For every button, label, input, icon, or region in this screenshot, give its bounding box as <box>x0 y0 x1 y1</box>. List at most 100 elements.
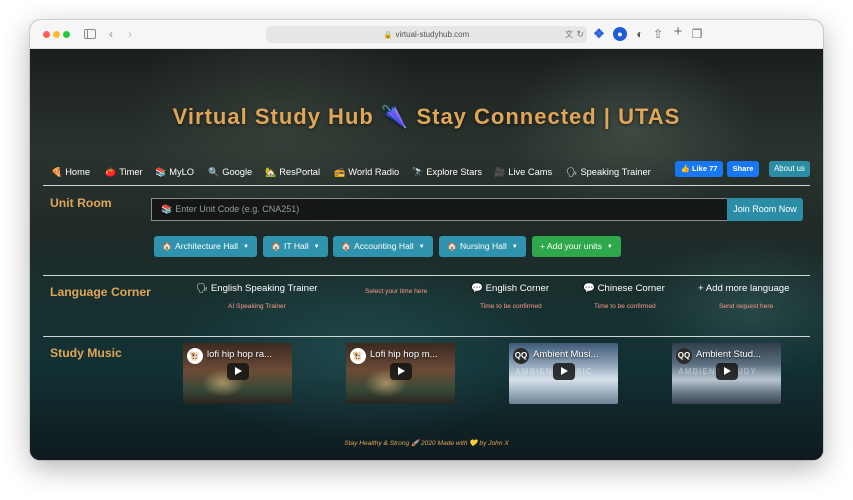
divider <box>43 336 810 337</box>
nav-world-radio[interactable]: 📻 World Radio <box>334 163 399 181</box>
hall-label: Nursing Hall <box>459 241 507 251</box>
speaking-head-icon: 🗣 <box>566 167 578 177</box>
video-embed[interactable]: 🐮 lofi hip hop ra... <box>183 343 292 404</box>
minimize-window-button[interactable] <box>53 31 60 38</box>
pizza-icon: 🍕 <box>51 167 63 177</box>
browser-window: ‹ › 🔒 virtual-studyhub.com 文 ↻ ❖ ● ◐ ⇧ + … <box>30 20 823 460</box>
video-embed[interactable]: 🐮 Lofi hip hop m... <box>346 343 455 404</box>
facebook-share-button[interactable]: Share <box>727 161 759 177</box>
browser-toolbar: ‹ › 🔒 virtual-studyhub.com 文 ↻ ❖ ● ◐ ⇧ + … <box>30 20 823 49</box>
nav-google[interactable]: 🔍 Google <box>208 163 252 181</box>
search-icon: 🔍 <box>208 167 220 177</box>
add-units-dropdown[interactable]: + Add your units ▼ <box>532 236 621 257</box>
unit-code-input[interactable]: 📚 Enter Unit Code (e.g. CNA251) <box>151 198 727 221</box>
video-title: Ambient Stud... <box>696 349 761 360</box>
back-arrow-icon[interactable]: ‹ <box>106 26 116 42</box>
forward-arrow-icon[interactable]: › <box>125 26 135 42</box>
unit-room-heading: Unit Room <box>50 196 112 210</box>
add-units-label: + Add your units <box>540 241 602 251</box>
video-title: lofi hip hop ra... <box>207 349 272 360</box>
house-icon: 🏠 <box>162 242 172 251</box>
nav-resportal[interactable]: 🏡 ResPortal <box>265 163 320 181</box>
house-icon: 🏠 <box>447 242 457 251</box>
nav-label: Speaking Trainer <box>580 167 651 177</box>
translate-icon[interactable]: 文 <box>565 28 573 41</box>
add-more-language-link[interactable]: + Add more language <box>698 283 789 294</box>
sidebar-toggle-icon[interactable] <box>83 26 97 42</box>
divider <box>43 275 810 276</box>
channel-avatar-icon: 🐮 <box>350 348 366 364</box>
reload-icon[interactable]: ↻ <box>576 28 584 41</box>
architecture-hall-dropdown[interactable]: 🏠 Architecture Hall ▼ <box>154 236 257 257</box>
nav-label: MyLO <box>169 167 195 177</box>
unit-code-placeholder: Enter Unit Code (e.g. CNA251) <box>175 204 300 214</box>
nav-label: Google <box>222 167 253 177</box>
video-embed[interactable]: AMBIENT MUSIC QQ Ambient Musi... <box>509 343 618 404</box>
ai-speaking-trainer-link[interactable]: AI Speaking Trainer <box>228 303 286 310</box>
house-icon: 🏠 <box>341 242 351 251</box>
about-us-button[interactable]: About us <box>769 161 810 177</box>
channel-avatar-icon: QQ <box>676 348 692 364</box>
play-icon[interactable] <box>553 363 575 380</box>
nav-label: Explore Stars <box>426 167 483 177</box>
caret-down-icon: ▼ <box>606 244 613 250</box>
share-icon[interactable]: ⇧ <box>652 26 664 42</box>
caret-down-icon: ▼ <box>511 244 518 250</box>
nav-home[interactable]: 🍕 Home <box>51 163 90 181</box>
telescope-icon: 🔭 <box>412 167 424 177</box>
zoom-window-button[interactable] <box>63 31 70 38</box>
nav-label: ResPortal <box>279 167 321 177</box>
play-icon[interactable] <box>390 363 412 380</box>
new-tab-plus-icon[interactable]: + <box>672 24 684 40</box>
page-content: Virtual Study Hub 🌂 Stay Connected | UTA… <box>30 49 823 460</box>
english-corner-link[interactable]: 💬 English Corner <box>471 283 549 294</box>
it-hall-dropdown[interactable]: 🏠 IT Hall ▼ <box>263 236 328 257</box>
join-room-button[interactable]: Join Room Now <box>727 198 803 221</box>
url-text: virtual-studyhub.com <box>395 30 470 39</box>
radio-icon: 📻 <box>334 167 346 177</box>
lock-icon: 🔒 <box>383 32 393 39</box>
play-icon[interactable] <box>227 363 249 380</box>
extension-icon[interactable]: ❖ <box>592 27 606 41</box>
play-icon[interactable] <box>716 363 738 380</box>
send-request-link[interactable]: Send request here <box>719 303 773 310</box>
video-title: Ambient Musi... <box>533 349 599 360</box>
english-corner-time: Time to be confirmed <box>480 303 542 310</box>
channel-avatar-icon: 🐮 <box>187 348 203 364</box>
caret-down-icon: ▼ <box>313 244 320 250</box>
nav-label: Home <box>65 167 91 177</box>
caret-down-icon: ▼ <box>243 244 249 250</box>
privacy-shield-icon[interactable]: ◐ <box>633 27 647 41</box>
select-time-link[interactable]: Select your time here <box>365 288 427 295</box>
books-icon: 📚 <box>155 167 167 177</box>
close-window-button[interactable] <box>43 31 50 38</box>
english-speaking-trainer-link[interactable]: 🗣 English Speaking Trainer <box>196 283 318 294</box>
chinese-corner-link[interactable]: 💬 Chinese Corner <box>583 283 665 294</box>
nav-explore-stars[interactable]: 🔭 Explore Stars <box>412 163 482 181</box>
nav-mylo[interactable]: 📚 MyLO <box>155 163 194 181</box>
video-title: Lofi hip hop m... <box>370 349 438 360</box>
hall-label: IT Hall <box>283 241 309 251</box>
address-bar[interactable]: 🔒 virtual-studyhub.com 文 ↻ <box>266 26 587 43</box>
nav-live-cams[interactable]: 🎥 Live Cams <box>494 163 552 181</box>
accounting-hall-dropdown[interactable]: 🏠 Accounting Hall ▼ <box>333 236 433 257</box>
video-embed[interactable]: AMBIENT STUDY QQ Ambient Stud... <box>672 343 781 404</box>
tab-overview-icon[interactable]: ❐ <box>691 26 703 42</box>
chinese-corner-time: Time to be confirmed <box>594 303 656 310</box>
nav-speaking-trainer[interactable]: 🗣 Speaking Trainer <box>566 163 651 181</box>
hall-label: Architecture Hall <box>174 241 239 251</box>
nursing-hall-dropdown[interactable]: 🏠 Nursing Hall ▼ <box>439 236 526 257</box>
extension-shield-icon[interactable]: ● <box>613 27 627 41</box>
nav-timer[interactable]: 🍅 Timer <box>105 163 143 181</box>
divider <box>43 185 810 186</box>
nav-label: World Radio <box>348 167 400 177</box>
caret-down-icon: ▼ <box>418 244 425 250</box>
page-title: Virtual Study Hub 🌂 Stay Connected | UTA… <box>172 104 681 129</box>
language-corner-heading: Language Corner <box>50 285 151 299</box>
house-icon: 🏠 <box>271 242 281 251</box>
facebook-like-button[interactable]: 👍 Like 77 <box>675 161 723 177</box>
nav-label: Timer <box>119 167 143 177</box>
tomato-icon: 🍅 <box>105 167 117 177</box>
books-icon: 📚 <box>161 204 173 214</box>
study-music-heading: Study Music <box>50 346 122 360</box>
